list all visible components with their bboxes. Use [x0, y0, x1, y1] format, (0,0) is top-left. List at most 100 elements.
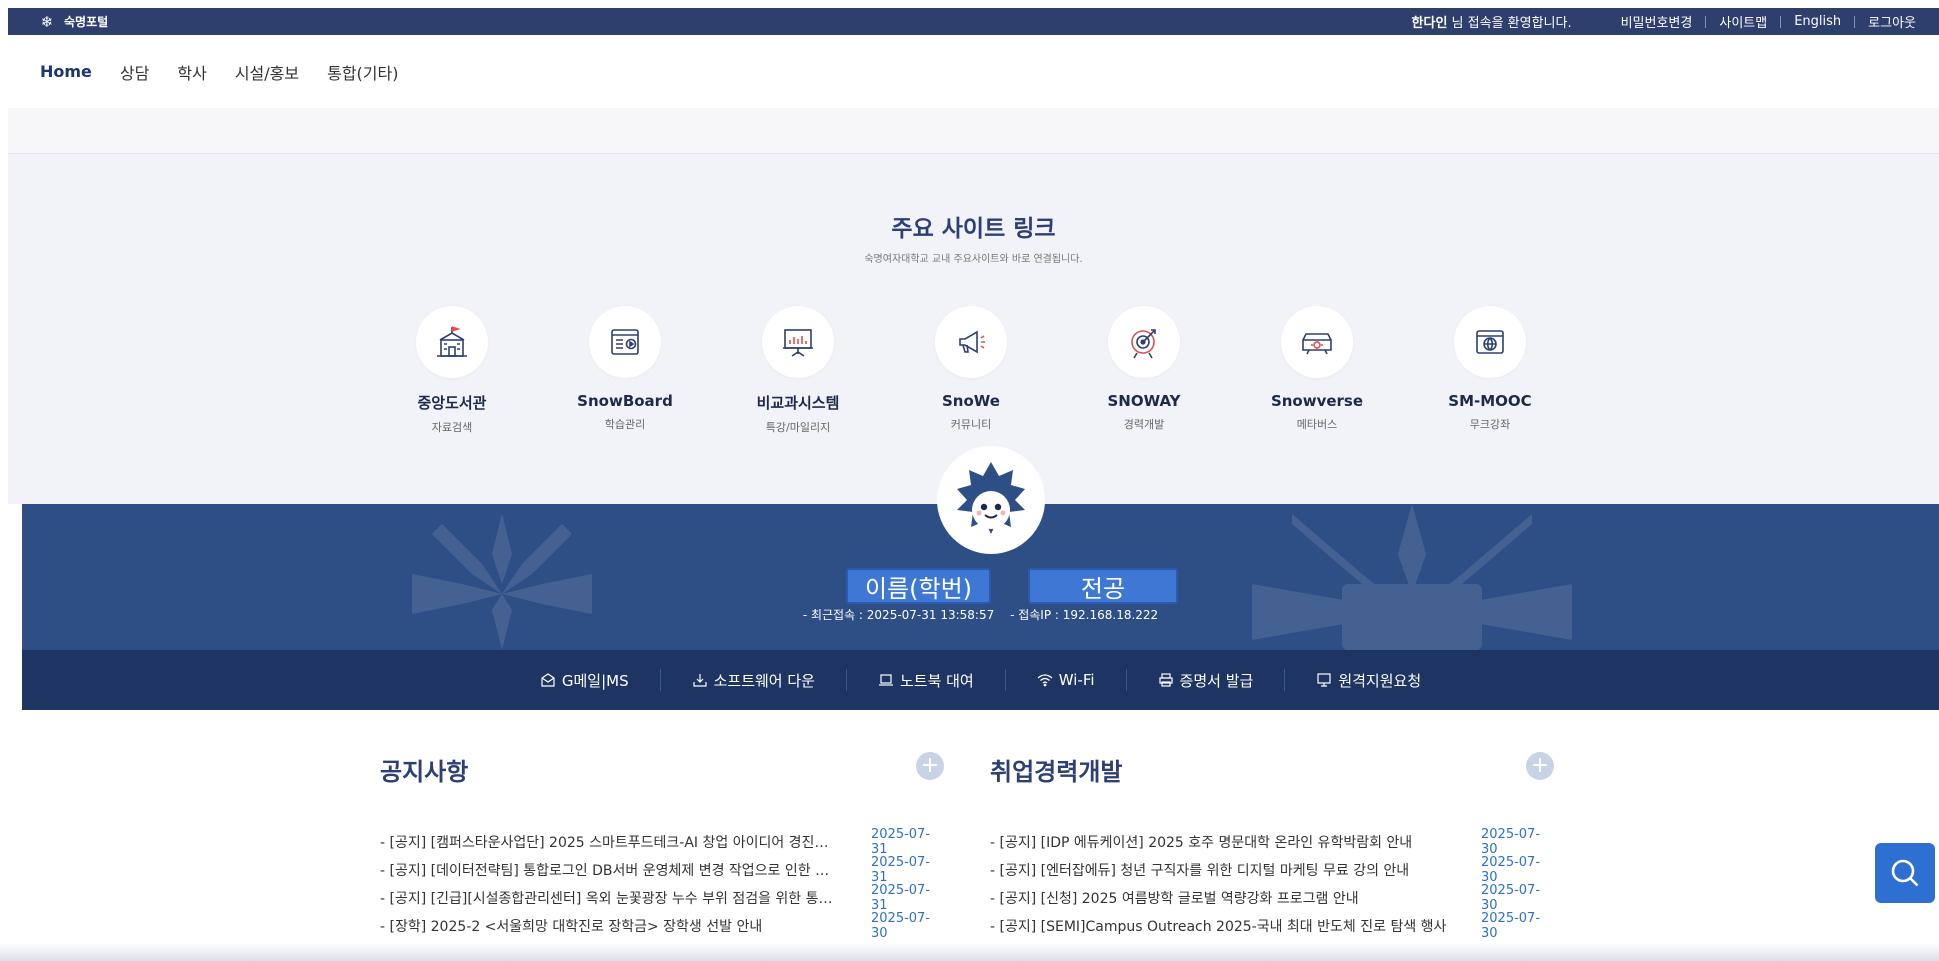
list-item[interactable]: - [공지] [신청] 2025 여름방학 글로벌 역량강화 프로그램 안내 20…	[990, 883, 1555, 913]
site-name: SNOWAY	[1107, 392, 1181, 410]
english-link[interactable]: English	[1781, 14, 1854, 29]
site-name: 중앙도서관	[417, 394, 487, 412]
list-item[interactable]: - [공지] [캠퍼스타운사업단] 2025 스마트푸드테크-AI 창업 아이디…	[380, 827, 945, 857]
board-window-icon	[589, 306, 661, 378]
list-item[interactable]: - [공지] [SEMI]Campus Outreach 2025-국내 최대 …	[990, 911, 1555, 941]
notice-more-button[interactable]: +	[916, 752, 944, 780]
nav-home[interactable]: Home	[40, 62, 92, 81]
snowflake-decoration	[412, 514, 592, 650]
site-desc: 무크강좌	[1469, 418, 1511, 431]
snowflake-logo-icon: ❄	[40, 12, 54, 31]
nav-counseling[interactable]: 상담	[120, 60, 149, 84]
sub-nav-strip	[8, 108, 1939, 154]
user-name: 한다인	[1411, 16, 1448, 31]
site-name: SnoWe	[942, 392, 1000, 410]
quick-wifi[interactable]: Wi-Fi	[1006, 671, 1126, 689]
quick-gmail-ms[interactable]: G메일|MS	[509, 670, 660, 691]
site-desc: 학습관리	[604, 418, 646, 431]
quick-certificate[interactable]: 증명서 발급	[1127, 670, 1285, 691]
item-date: 2025-07-30	[1481, 827, 1541, 857]
nav-integrated[interactable]: 통합(기타)	[327, 60, 398, 84]
quick-label: 노트북 대여	[899, 671, 974, 690]
last-login: - 최근접속 : 2025-07-31 13:58:57	[802, 608, 995, 622]
quick-remote-support[interactable]: 원격지원요청	[1285, 670, 1452, 691]
item-title: - [공지] [긴급][시설종합관리센터] 옥외 눈꽃광장 누수 부위 점검을 …	[380, 891, 871, 907]
library-building-icon	[416, 306, 488, 378]
item-title: - [공지] [SEMI]Campus Outreach 2025-국내 최대 …	[990, 919, 1447, 935]
vr-headset-icon	[1281, 306, 1353, 378]
list-item[interactable]: - [장학] 2025-2 <서울희망 대학진로 장학금> 장학생 선발 안내 2…	[380, 911, 945, 941]
list-item[interactable]: - [공지] [데이터전략팀] 통합로그인 DB서버 운영체제 변경 작업으로 …	[380, 855, 945, 885]
item-date: 2025-07-30	[1481, 855, 1541, 885]
item-title: - [공지] [엔터잡에듀] 청년 구직자를 위한 디지털 마케팅 무료 강의 …	[990, 863, 1410, 879]
section-title: 주요 사이트 링크	[891, 216, 1056, 242]
item-title: - [공지] [캠퍼스타운사업단] 2025 스마트푸드테크-AI 창업 아이디…	[380, 835, 871, 851]
download-icon	[692, 674, 707, 687]
site-snoway[interactable]: SNOWAY 경력개발	[1069, 306, 1219, 432]
quick-software-download[interactable]: 소프트웨어 다운	[661, 670, 846, 691]
quick-label: Wi-Fi	[1058, 671, 1095, 689]
logout-link[interactable]: 로그아웃	[1855, 12, 1929, 31]
item-title: - [공지] [데이터전략팀] 통합로그인 DB서버 운영체제 변경 작업으로 …	[380, 863, 871, 879]
user-avatar	[937, 446, 1045, 554]
item-title: - [공지] [IDP 에듀케이션] 2025 호주 명문대학 온라인 유학박람…	[990, 835, 1413, 851]
top-links: 비밀번호변경 사이트맵 English 로그아웃	[1608, 12, 1929, 31]
list-item[interactable]: - [공지] [엔터잡에듀] 청년 구직자를 위한 디지털 마케팅 무료 강의 …	[990, 855, 1555, 885]
bottom-shadow	[0, 943, 1939, 961]
mail-icon	[541, 673, 555, 687]
site-snowboard[interactable]: SnowBoard 학습관리	[550, 306, 700, 432]
site-desc: 메타버스	[1296, 418, 1338, 431]
quick-label: 소프트웨어 다운	[713, 671, 815, 690]
site-desc: 경력개발	[1123, 418, 1165, 431]
quick-laptop-rental[interactable]: 노트북 대여	[847, 670, 1005, 691]
quick-label: 증명서 발급	[1179, 671, 1254, 690]
name-student-id-field: 이름(학번)	[846, 568, 991, 604]
logo-text: 숙명포털	[64, 15, 109, 29]
top-bar-right: 한다인 님 접속을 환영합니다. 비밀번호변경 사이트맵 English 로그아…	[1412, 12, 1929, 31]
portal-page: ❄ 숙명포털 한다인 님 접속을 환영합니다. 비밀번호변경 사이트맵 Engl…	[0, 0, 1939, 961]
login-ip: - 접속IP : 192.168.18.222	[1010, 608, 1159, 622]
site-snowverse[interactable]: Snowverse 메타버스	[1242, 306, 1392, 432]
site-desc: 특강/마일리지	[765, 421, 831, 434]
career-more-button[interactable]: +	[1526, 752, 1554, 780]
site-snowe[interactable]: SnoWe 커뮤니티	[896, 306, 1046, 432]
item-date: 2025-07-30	[1481, 911, 1541, 941]
sitemap-link[interactable]: 사이트맵	[1706, 12, 1780, 31]
mascot-snowflake-icon	[943, 452, 1039, 548]
floating-search-button[interactable]	[1875, 843, 1935, 903]
nav-facilities[interactable]: 시설/홍보	[235, 60, 299, 84]
item-title: - [공지] [신청] 2025 여름방학 글로벌 역량강화 프로그램 안내	[990, 891, 1359, 907]
site-name: 비교과시스템	[756, 394, 840, 412]
top-bar: ❄ 숙명포털 한다인 님 접속을 환영합니다. 비밀번호변경 사이트맵 Engl…	[8, 8, 1939, 35]
site-library[interactable]: 중앙도서관 자료검색	[377, 306, 527, 435]
site-desc: 자료검색	[431, 421, 473, 434]
target-icon	[1108, 306, 1180, 378]
section-subtitle: 숙명여자대학교 교내 주요사이트와 바로 연결됩니다.	[864, 254, 1083, 265]
site-name: SnowBoard	[577, 392, 673, 410]
item-date: 2025-07-30	[871, 911, 931, 941]
search-icon	[1891, 859, 1919, 887]
nav-academic[interactable]: 학사	[177, 60, 206, 84]
notice-title: 공지사항	[380, 758, 469, 786]
monitor-icon	[1317, 673, 1331, 687]
site-name: SM-MOOC	[1448, 392, 1532, 410]
quick-menu: G메일|MS 소프트웨어 다운 노트북 대여 Wi-Fi 증명서 발급 원격지원…	[22, 650, 1939, 710]
presentation-board-icon	[762, 306, 834, 378]
welcome-suffix: 님 접속을 환영합니다.	[1447, 16, 1572, 31]
printer-icon	[1158, 673, 1173, 687]
list-item[interactable]: - [공지] [긴급][시설종합관리센터] 옥외 눈꽃광장 누수 부위 점검을 …	[380, 883, 945, 913]
portal-logo[interactable]: ❄ 숙명포털	[36, 11, 108, 33]
login-info: - 최근접속 : 2025-07-31 13:58:57 - 접속IP : 19…	[22, 606, 1939, 623]
change-password-link[interactable]: 비밀번호변경	[1608, 12, 1706, 31]
plus-icon: +	[920, 753, 940, 778]
quick-label: 원격지원요청	[1338, 671, 1422, 690]
item-date: 2025-07-31	[871, 883, 931, 913]
snowflake-decoration	[1252, 504, 1572, 650]
site-name: Snowverse	[1270, 392, 1364, 410]
laptop-icon	[878, 674, 893, 686]
list-item[interactable]: - [공지] [IDP 에듀케이션] 2025 호주 명문대학 온라인 유학박람…	[990, 827, 1555, 857]
wifi-icon	[1037, 674, 1053, 687]
site-sm-mooc[interactable]: SM-MOOC 무크강좌	[1415, 306, 1565, 432]
site-extracurricular[interactable]: 비교과시스템 특강/마일리지	[723, 306, 873, 435]
welcome-message: 한다인 님 접속을 환영합니다.	[1412, 12, 1572, 31]
